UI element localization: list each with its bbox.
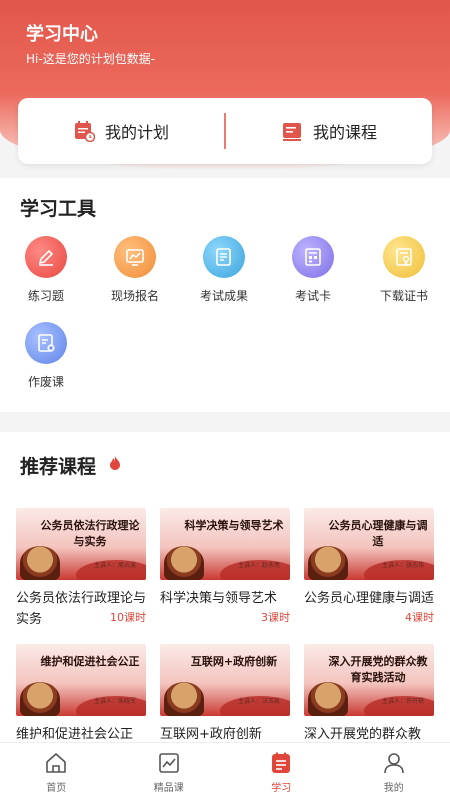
course-card[interactable]: 深入开展党的群众教育实践活动 主讲人：许开轶 深入开展党的群众教 bbox=[304, 644, 434, 742]
thumbnail-text: 科学决策与领导艺术 bbox=[182, 518, 286, 534]
thumbnail-author: 主讲人：朱晓军 bbox=[94, 696, 136, 705]
user-icon bbox=[382, 751, 406, 775]
course-thumbnail: 公务员心理健康与调适 主讲人：张志伟 bbox=[304, 508, 434, 580]
course-thumbnail: 维护和促进社会公正 主讲人：朱晓军 bbox=[16, 644, 146, 716]
course-title: 科学决策与领导艺术 bbox=[160, 588, 290, 609]
course-hours: 3课时 bbox=[261, 609, 290, 625]
tab-study[interactable]: 学习 bbox=[225, 743, 338, 801]
tab-label: 我的 bbox=[384, 779, 404, 794]
tab-premium-courses[interactable]: 精品课 bbox=[113, 743, 226, 801]
my-plan-label: 我的计划 bbox=[105, 119, 169, 143]
fire-icon bbox=[109, 456, 121, 470]
thumbnail-text: 公务员心理健康与调适 bbox=[326, 518, 430, 550]
tab-label: 学习 bbox=[271, 779, 291, 794]
course-thumbnail: 科学决策与领导艺术 主讲人：赵永亮 bbox=[160, 508, 290, 580]
course-list-icon bbox=[281, 120, 303, 142]
edit-icon bbox=[25, 236, 67, 278]
course-card[interactable]: 公务员心理健康与调适 主讲人：张志伟 公务员心理健康与调适 4课时 bbox=[304, 508, 434, 609]
thumbnail-author: 主讲人：张志伟 bbox=[382, 560, 424, 569]
recommended-section: 推荐课程 公务员依法行政理论与实务 主讲人：周占波 公务员依法行政理论与实务 1… bbox=[0, 432, 450, 742]
tool-label: 考试卡 bbox=[273, 287, 353, 304]
course-title: 维护和促进社会公正 bbox=[16, 724, 146, 742]
course-hours: 10课时 bbox=[110, 609, 146, 625]
tab-mine[interactable]: 我的 bbox=[338, 743, 450, 801]
drum-decoration bbox=[308, 546, 348, 580]
study-list-icon bbox=[269, 751, 293, 775]
tab-label: 首页 bbox=[46, 779, 66, 794]
tool-exam-card[interactable]: 考试卡 bbox=[273, 236, 353, 304]
course-title: 深入开展党的群众教 bbox=[304, 724, 434, 742]
plan-card: 我的计划 我的课程 bbox=[18, 98, 432, 164]
my-courses-label: 我的课程 bbox=[313, 119, 377, 143]
drum-decoration bbox=[20, 682, 60, 716]
thumbnail-text: 公务员依法行政理论与实务 bbox=[38, 518, 142, 550]
course-card[interactable]: 维护和促进社会公正 主讲人：朱晓军 维护和促进社会公正 bbox=[16, 644, 146, 742]
drum-decoration bbox=[20, 546, 60, 580]
tool-download-certificate[interactable]: 下载证书 bbox=[364, 236, 444, 304]
tool-label: 现场报名 bbox=[95, 287, 175, 304]
course-thumbnail: 互联网+政府创新 主讲人：汪玉凯 bbox=[160, 644, 290, 716]
course-thumbnail: 深入开展党的群众教育实践活动 主讲人：许开轶 bbox=[304, 644, 434, 716]
card-grid-icon bbox=[292, 236, 334, 278]
tool-label: 练习题 bbox=[6, 287, 86, 304]
tool-exam-results[interactable]: 考试成果 bbox=[184, 236, 264, 304]
drum-decoration bbox=[308, 682, 348, 716]
tool-exercise[interactable]: 练习题 bbox=[6, 236, 86, 304]
tool-label: 考试成果 bbox=[184, 287, 264, 304]
bottom-tab-bar: 首页 精品课 学习 我的 bbox=[0, 742, 450, 801]
home-icon bbox=[44, 751, 68, 775]
my-courses-button[interactable]: 我的课程 bbox=[226, 98, 432, 164]
course-title: 公务员心理健康与调适 bbox=[304, 588, 434, 609]
drum-decoration bbox=[164, 546, 204, 580]
page-title: 学习中心 bbox=[26, 20, 98, 46]
thumbnail-author: 主讲人：许开轶 bbox=[382, 696, 424, 705]
thumbnail-text: 深入开展党的群众教育实践活动 bbox=[326, 654, 430, 686]
course-card[interactable]: 互联网+政府创新 主讲人：汪玉凯 互联网+政府创新 bbox=[160, 644, 290, 742]
tool-label: 下载证书 bbox=[364, 287, 444, 304]
certificate-icon bbox=[383, 236, 425, 278]
thumbnail-author: 主讲人：周占波 bbox=[94, 560, 136, 569]
tool-onsite-signup[interactable]: 现场报名 bbox=[95, 236, 175, 304]
course-title: 互联网+政府创新 bbox=[160, 724, 290, 742]
course-card[interactable]: 公务员依法行政理论与实务 主讲人：周占波 公务员依法行政理论与实务 10课时 bbox=[16, 508, 146, 630]
course-thumbnail: 公务员依法行政理论与实务 主讲人：周占波 bbox=[16, 508, 146, 580]
study-tools-section: 学习工具 练习题 现场报名 考试成果 考试卡 下载证书 作废课 bbox=[0, 178, 450, 412]
thumbnail-author: 主讲人：汪玉凯 bbox=[238, 696, 280, 705]
drum-decoration bbox=[164, 682, 204, 716]
chart-board-icon bbox=[114, 236, 156, 278]
document-icon bbox=[203, 236, 245, 278]
course-card[interactable]: 科学决策与领导艺术 主讲人：赵永亮 科学决策与领导艺术 3课时 bbox=[160, 508, 290, 609]
thumbnail-author: 主讲人：赵永亮 bbox=[238, 560, 280, 569]
tab-home[interactable]: 首页 bbox=[0, 743, 113, 801]
thumbnail-text: 维护和促进社会公正 bbox=[38, 654, 142, 670]
document-cancel-icon bbox=[25, 322, 67, 364]
trend-icon bbox=[157, 751, 181, 775]
thumbnail-text: 互联网+政府创新 bbox=[182, 654, 286, 670]
course-hours: 4课时 bbox=[405, 609, 434, 625]
my-plan-button[interactable]: 我的计划 bbox=[18, 98, 224, 164]
tool-void-course[interactable]: 作废课 bbox=[6, 322, 86, 390]
calendar-clock-icon bbox=[73, 120, 95, 142]
tab-label: 精品课 bbox=[154, 779, 184, 794]
recommended-title: 推荐课程 bbox=[20, 452, 96, 479]
tool-label: 作废课 bbox=[6, 373, 86, 390]
study-tools-title: 学习工具 bbox=[20, 194, 96, 221]
page-subtitle: Hi-这是您的计划包数据- bbox=[26, 50, 155, 67]
